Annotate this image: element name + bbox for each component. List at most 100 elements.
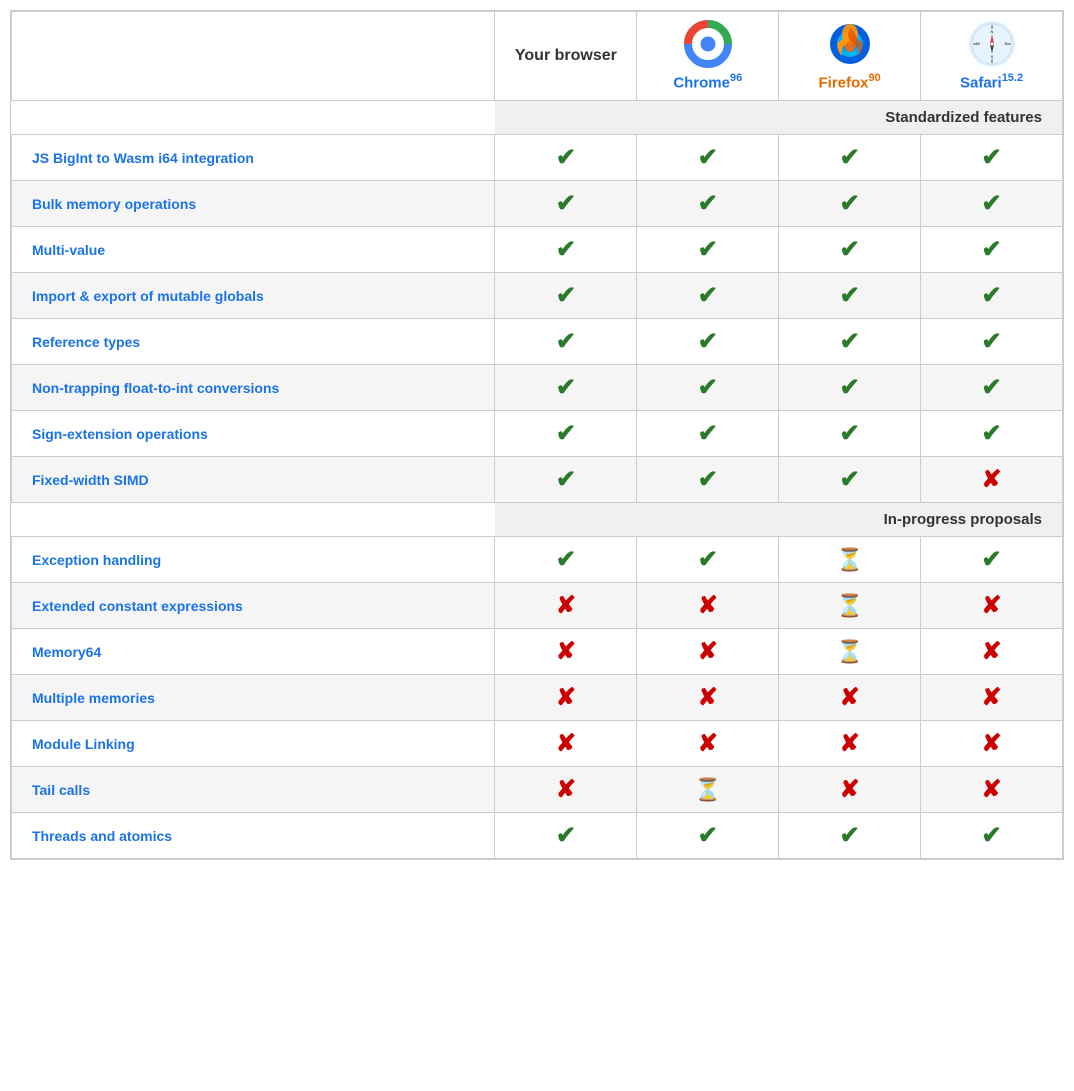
section-header-row: In-progress proposals	[12, 503, 1063, 537]
your-browser-header: Your browser	[495, 12, 637, 101]
feature-name[interactable]: Exception handling	[12, 537, 495, 583]
check-icon: ✔	[981, 420, 1001, 447]
feature-name[interactable]: Memory64	[12, 629, 495, 675]
check-icon: ✔	[840, 190, 860, 217]
check-icon: ✔	[840, 236, 860, 263]
check-icon: ✔	[698, 144, 718, 171]
status-cell: ✔	[495, 181, 637, 227]
status-cell: ✘	[921, 675, 1063, 721]
status-cell: ✔	[921, 135, 1063, 181]
table-header: Your browser	[12, 12, 1063, 101]
status-cell: ✘	[637, 721, 779, 767]
check-icon: ✔	[981, 236, 1001, 263]
feature-column-header	[12, 12, 495, 101]
status-cell: ✔	[637, 319, 779, 365]
cross-icon: ✘	[556, 684, 576, 711]
check-icon: ✔	[698, 546, 718, 573]
check-icon: ✔	[981, 546, 1001, 573]
table-row: Fixed-width SIMD ✔ ✔ ✔ ✘	[12, 457, 1063, 503]
chrome-name: Chrome96	[641, 72, 774, 92]
feature-name[interactable]: Module Linking	[12, 721, 495, 767]
compatibility-table: Your browser	[10, 10, 1064, 860]
cross-icon: ✘	[698, 638, 718, 665]
cross-icon: ✘	[698, 730, 718, 757]
status-cell: ✔	[779, 273, 921, 319]
table-row: Sign-extension operations ✔ ✔ ✔ ✔	[12, 411, 1063, 457]
feature-name[interactable]: JS BigInt to Wasm i64 integration	[12, 135, 495, 181]
cross-icon: ✘	[556, 730, 576, 757]
status-cell: ✘	[779, 675, 921, 721]
check-icon: ✔	[698, 374, 718, 401]
status-cell: ✔	[779, 319, 921, 365]
table-row: Non-trapping float-to-int conversions ✔ …	[12, 365, 1063, 411]
check-icon: ✔	[698, 420, 718, 447]
feature-name[interactable]: Non-trapping float-to-int conversions	[12, 365, 495, 411]
status-cell: ✔	[495, 273, 637, 319]
check-icon: ✔	[556, 144, 576, 171]
table-row: Memory64 ✘ ✘ ⏳ ✘	[12, 629, 1063, 675]
cross-icon: ✘	[556, 638, 576, 665]
status-cell: ⏳	[779, 629, 921, 675]
check-icon: ✔	[698, 236, 718, 263]
status-cell: ✔	[495, 411, 637, 457]
hourglass-icon: ⏳	[694, 777, 721, 802]
feature-name[interactable]: Sign-extension operations	[12, 411, 495, 457]
check-icon: ✔	[840, 328, 860, 355]
status-cell: ✘	[779, 767, 921, 813]
cross-icon: ✘	[981, 684, 1001, 711]
feature-name[interactable]: Reference types	[12, 319, 495, 365]
status-cell: ✔	[921, 411, 1063, 457]
status-cell: ✔	[637, 365, 779, 411]
feature-name[interactable]: Threads and atomics	[12, 813, 495, 859]
svg-text:N: N	[990, 29, 993, 34]
feature-name[interactable]: Fixed-width SIMD	[12, 457, 495, 503]
status-cell: ✔	[921, 537, 1063, 583]
check-icon: ✔	[840, 282, 860, 309]
feature-name[interactable]: Import & export of mutable globals	[12, 273, 495, 319]
feature-name[interactable]: Multi-value	[12, 227, 495, 273]
status-cell: ✔	[921, 365, 1063, 411]
status-cell: ✔	[495, 135, 637, 181]
status-cell: ✔	[495, 365, 637, 411]
status-cell: ✔	[921, 181, 1063, 227]
status-cell: ✔	[495, 813, 637, 859]
check-icon: ✔	[840, 374, 860, 401]
table-row: Multiple memories ✘ ✘ ✘ ✘	[12, 675, 1063, 721]
feature-name[interactable]: Multiple memories	[12, 675, 495, 721]
check-icon: ✔	[981, 328, 1001, 355]
status-cell: ✔	[637, 411, 779, 457]
status-cell: ✔	[921, 227, 1063, 273]
check-icon: ✔	[840, 144, 860, 171]
cross-icon: ✘	[981, 592, 1001, 619]
check-icon: ✔	[556, 282, 576, 309]
status-cell: ✔	[637, 273, 779, 319]
status-cell: ✔	[779, 181, 921, 227]
firefox-name: Firefox90	[783, 72, 916, 92]
table-row: Tail calls ✘ ⏳ ✘ ✘	[12, 767, 1063, 813]
feature-name[interactable]: Extended constant expressions	[12, 583, 495, 629]
svg-text:S: S	[990, 54, 993, 59]
check-icon: ✔	[981, 144, 1001, 171]
check-icon: ✔	[840, 466, 860, 493]
status-cell: ✔	[921, 319, 1063, 365]
table-row: JS BigInt to Wasm i64 integration ✔ ✔ ✔ …	[12, 135, 1063, 181]
section-header-empty	[12, 503, 495, 537]
status-cell: ✔	[779, 457, 921, 503]
status-cell: ✔	[779, 365, 921, 411]
chrome-icon	[684, 20, 732, 68]
status-cell: ✔	[637, 457, 779, 503]
status-cell: ✘	[637, 583, 779, 629]
status-cell: ✘	[921, 629, 1063, 675]
status-cell: ✘	[779, 721, 921, 767]
table-row: Import & export of mutable globals ✔ ✔ ✔…	[12, 273, 1063, 319]
check-icon: ✔	[698, 328, 718, 355]
check-icon: ✔	[556, 466, 576, 493]
check-icon: ✔	[981, 190, 1001, 217]
status-cell: ✔	[779, 411, 921, 457]
check-icon: ✔	[556, 190, 576, 217]
status-cell: ✘	[495, 721, 637, 767]
svg-text:E: E	[1004, 41, 1007, 46]
feature-name[interactable]: Bulk memory operations	[12, 181, 495, 227]
feature-name[interactable]: Tail calls	[12, 767, 495, 813]
status-cell: ✔	[637, 813, 779, 859]
